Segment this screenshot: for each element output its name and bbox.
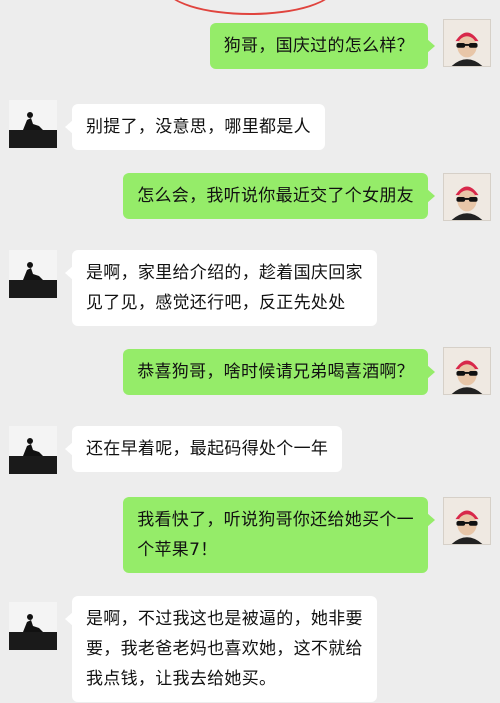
sender-avatar[interactable] <box>443 19 491 67</box>
receiver-avatar[interactable] <box>9 426 57 474</box>
message-text-line: 要，我老爸老妈也喜欢她，这不就给 <box>86 639 363 659</box>
sender-avatar[interactable] <box>443 173 491 221</box>
received-message-bubble[interactable]: 别提了，没意思，哪里都是人 <box>65 104 325 150</box>
message-text-line: 我看快了，听说狗哥你还给她买个一 <box>137 510 414 530</box>
sent-message-bubble[interactable]: 怎么会，我听说你最近交了个女朋友 <box>123 173 435 219</box>
message-text-line: 是啊，不过我这也是被逼的，她非要 <box>86 609 363 629</box>
message-text-line: 见了见，感觉还行吧，反正先处处 <box>86 293 346 313</box>
message-text-line: 是啊，家里给介绍的，趁着国庆回家 <box>86 263 363 283</box>
annotation-circle <box>165 0 335 15</box>
sent-message-bubble[interactable]: 我看快了，听说狗哥你还给她买个一 个苹果7！ <box>123 497 435 573</box>
avatar-red-hat-sunglasses-icon <box>444 174 490 220</box>
received-message-bubble[interactable]: 是啊，不过我这也是被逼的，她非要 要，我老爸老妈也喜欢她，这不就给 我点钱，让我… <box>65 596 377 702</box>
avatar-red-hat-sunglasses-icon <box>444 348 490 394</box>
receiver-avatar[interactable] <box>9 100 57 148</box>
avatar-silhouette-sitting-icon <box>9 426 57 474</box>
sender-avatar[interactable] <box>443 497 491 545</box>
message-text: 狗哥，国庆过的怎么样？ <box>223 36 414 56</box>
message-text-line: 个苹果7！ <box>137 540 218 560</box>
message-text: 恭喜狗哥，啥时候请兄弟喝喜酒啊？ <box>137 362 414 382</box>
avatar-silhouette-sitting-icon <box>9 250 57 298</box>
message-text: 还在早着呢，最起码得处个一年 <box>86 439 329 459</box>
avatar-silhouette-sitting-icon <box>9 100 57 148</box>
avatar-red-hat-sunglasses-icon <box>444 498 490 544</box>
sent-message-bubble[interactable]: 狗哥，国庆过的怎么样？ <box>209 23 436 69</box>
sender-avatar[interactable] <box>443 347 491 395</box>
avatar-red-hat-sunglasses-icon <box>444 20 490 66</box>
received-message-bubble[interactable]: 是啊，家里给介绍的，趁着国庆回家 见了见，感觉还行吧，反正先处处 <box>65 250 377 326</box>
message-text: 别提了，没意思，哪里都是人 <box>86 117 311 137</box>
receiver-avatar[interactable] <box>9 250 57 298</box>
receiver-avatar[interactable] <box>9 602 57 650</box>
message-text-line: 我点钱，让我去给她买。 <box>86 669 277 689</box>
message-text: 怎么会，我听说你最近交了个女朋友 <box>137 186 414 206</box>
sent-message-bubble[interactable]: 恭喜狗哥，啥时候请兄弟喝喜酒啊？ <box>123 349 435 395</box>
avatar-silhouette-sitting-icon <box>9 602 57 650</box>
received-message-bubble[interactable]: 还在早着呢，最起码得处个一年 <box>64 426 343 472</box>
